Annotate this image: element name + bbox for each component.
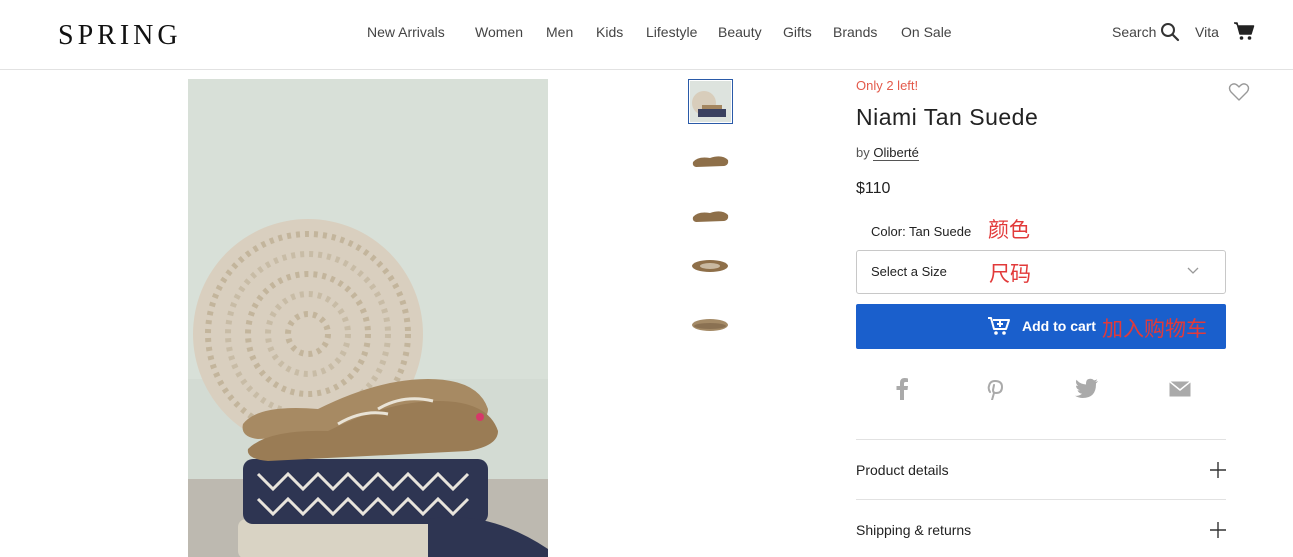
product-main-image[interactable]: [188, 79, 548, 557]
add-to-cart-label: Add to cart: [1022, 318, 1096, 334]
thumbnail-4[interactable]: [688, 243, 733, 288]
thumbnail-image: [692, 155, 729, 167]
accordion-shipping-returns[interactable]: Shipping & returns: [856, 499, 1226, 557]
accordion-label: Product details: [856, 462, 949, 478]
chevron-down-icon: [1187, 267, 1199, 274]
email-icon[interactable]: [1169, 381, 1191, 397]
nav-women[interactable]: Women: [475, 24, 523, 40]
search-button[interactable]: Search: [1112, 22, 1180, 42]
product-photo: [188, 79, 548, 557]
site-header: SPRING New Arrivals Women Men Kids Lifes…: [0, 0, 1293, 70]
thumbnail-image: [692, 318, 728, 331]
product-price: $110: [856, 180, 891, 197]
thumbnail-1[interactable]: [688, 79, 733, 124]
twitter-icon[interactable]: [1075, 378, 1099, 398]
brand-link[interactable]: Oliberté: [873, 145, 919, 161]
user-account-link[interactable]: Vita: [1195, 24, 1219, 40]
pinterest-icon[interactable]: [984, 378, 1006, 400]
nav-kids[interactable]: Kids: [596, 24, 623, 40]
plus-icon: [1210, 522, 1226, 538]
nav-gifts[interactable]: Gifts: [783, 24, 812, 40]
plus-icon: [1210, 462, 1226, 478]
size-select-label: Select a Size: [871, 264, 947, 279]
accordion-product-details[interactable]: Product details: [856, 439, 1226, 499]
product-title: Niami Tan Suede: [856, 104, 1039, 130]
nav-on-sale[interactable]: On Sale: [901, 24, 952, 40]
brand-line: by Oliberté: [856, 145, 919, 161]
thumbnail-3[interactable]: [688, 192, 733, 237]
thumbnail-image: [690, 81, 731, 122]
search-label: Search: [1112, 24, 1157, 40]
thumbnail-image: [692, 210, 729, 222]
site-logo[interactable]: SPRING: [58, 20, 182, 52]
stock-notice: Only 2 left!: [856, 78, 919, 93]
annotation-size: 尺码: [989, 262, 1031, 286]
nav-lifestyle[interactable]: Lifestyle: [646, 24, 697, 40]
annotation-cart: 加入购物车: [1102, 317, 1207, 341]
brand-prefix: by: [856, 145, 874, 160]
nav-men[interactable]: Men: [546, 24, 573, 40]
nav-new-arrivals[interactable]: New Arrivals: [367, 24, 445, 40]
search-icon: [1161, 23, 1180, 42]
thumbnail-2[interactable]: [688, 137, 733, 182]
cart-icon[interactable]: [1233, 21, 1255, 41]
annotation-color: 颜色: [988, 218, 1030, 242]
nav-beauty[interactable]: Beauty: [718, 24, 762, 40]
size-select[interactable]: Select a Size: [856, 250, 1226, 294]
facebook-icon[interactable]: [894, 378, 910, 400]
add-cart-icon: [988, 317, 1010, 335]
color-label: Color: Tan Suede: [871, 224, 972, 239]
thumbnail-image: [692, 259, 728, 272]
accordion-label: Shipping & returns: [856, 522, 972, 538]
nav-brands[interactable]: Brands: [833, 24, 877, 40]
thumbnail-5[interactable]: [688, 302, 733, 347]
heart-icon[interactable]: [1228, 82, 1250, 102]
